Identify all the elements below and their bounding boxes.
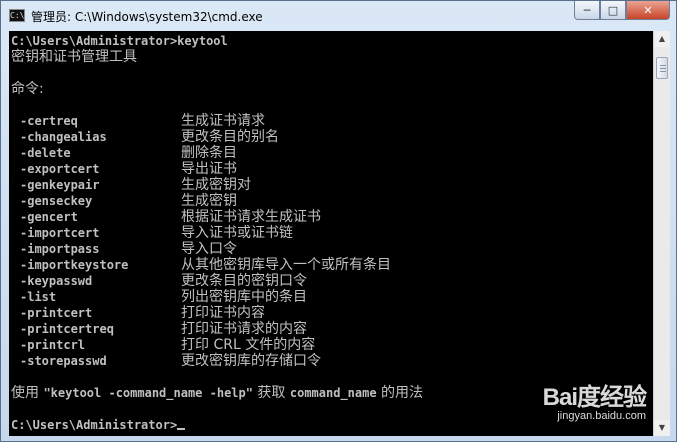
- command-row: -changealias 更改条目的别名: [11, 129, 631, 145]
- usage-prefix: 使用: [11, 385, 44, 401]
- command-description: 生成证书请求: [181, 113, 265, 129]
- command-name: -changealias: [20, 130, 107, 144]
- command-description: 导出证书: [181, 161, 237, 177]
- tool-description-text: 密钥和证书管理工具: [11, 49, 137, 65]
- usage-name: command_name: [289, 386, 377, 400]
- close-button[interactable]: ✕: [626, 1, 670, 20]
- window-controls: ─ □ ✕: [574, 1, 670, 21]
- command-description: 更改条目的密钥口令: [181, 273, 307, 289]
- watermark-logo: Bai度经验: [542, 384, 647, 411]
- command-row: -genkeypair 生成密钥对: [11, 177, 631, 193]
- command-description: 导入口令: [181, 241, 237, 257]
- commands-header-text: 命令:: [11, 81, 44, 97]
- command-description: 生成密钥: [181, 193, 237, 209]
- command-description: 更改密钥库的存储口令: [181, 353, 321, 369]
- command-description: 打印证书请求的内容: [181, 321, 307, 337]
- command-row: -gencert 根据证书请求生成证书: [11, 209, 631, 225]
- prompt-line: C:\Users\Administrator>keytool: [11, 34, 228, 48]
- command-row: -genseckey 生成密钥: [11, 193, 631, 209]
- command-row: -delete 删除条目: [11, 145, 631, 161]
- minimize-button[interactable]: ─: [574, 1, 600, 20]
- grip-line: [660, 68, 666, 69]
- window-title: 管理员: C:\Windows\system32\cmd.exe: [31, 10, 263, 24]
- command-description: 从其他密钥库导入一个或所有条目: [181, 257, 391, 273]
- command-description: 列出密钥库中的条目: [181, 289, 307, 305]
- vertical-scrollbar[interactable]: ▲ ▼: [653, 31, 670, 436]
- grip-line: [660, 65, 666, 66]
- commands-header: 命令:: [11, 81, 44, 97]
- watermark-url: jingyan.baidu.com: [557, 410, 646, 422]
- command-name: -list: [20, 290, 57, 304]
- text-cursor: [177, 428, 186, 430]
- usage-line: 使用 "keytool -command_name -help" 获取 comm…: [11, 385, 423, 401]
- cmd-window: C:\ 管理员: C:\Windows\system32\cmd.exe ─ □…: [0, 0, 677, 442]
- command-description: 更改条目的别名: [181, 129, 279, 145]
- command-description: 打印证书内容: [181, 305, 265, 321]
- command-row: -keypasswd 更改条目的密钥口令: [11, 273, 631, 289]
- command-name: -gencert: [20, 210, 78, 224]
- scroll-down-arrow-icon[interactable]: ▼: [654, 420, 670, 436]
- command-name: -printcert: [20, 306, 93, 320]
- command-name: -genseckey: [20, 194, 93, 208]
- grip-line: [660, 71, 666, 72]
- command-description: 导入证书或证书链: [181, 225, 293, 241]
- command-row: -printcert 打印证书内容: [11, 305, 631, 321]
- final-prompt: C:\Users\Administrator>: [11, 418, 178, 432]
- command-name: -importkeystore: [20, 258, 129, 272]
- command-name: -delete: [20, 146, 71, 160]
- scroll-up-arrow-icon[interactable]: ▲: [654, 31, 670, 47]
- command-name: -importpass: [20, 242, 100, 256]
- command-row: -importpass 导入口令: [11, 241, 631, 257]
- usage-middle: 获取: [252, 385, 290, 401]
- final-prompt-line: C:\Users\Administrator>: [11, 417, 186, 433]
- baidu-jingyan-watermark: Bai度经验 jingyan.baidu.com: [542, 377, 647, 422]
- command-name: -importcert: [20, 226, 100, 240]
- command-row: -certreq 生成证书请求: [11, 113, 631, 129]
- command-row: -importkeystore 从其他密钥库导入一个或所有条目: [11, 257, 631, 273]
- command-description: 根据证书请求生成证书: [181, 209, 321, 225]
- scroll-thumb[interactable]: [656, 57, 668, 79]
- usage-suffix: 的用法: [376, 385, 424, 401]
- cmd-app-icon[interactable]: C:\: [9, 9, 25, 22]
- usage-command: "keytool -command_name -help": [43, 386, 253, 400]
- command-row: -exportcert 导出证书: [11, 161, 631, 177]
- command-name: -keypasswd: [20, 274, 93, 288]
- console-output[interactable]: C:\Users\Administrator>keytool 密钥和证书管理工具…: [9, 31, 653, 436]
- command-row: -storepasswd 更改密钥库的存储口令: [11, 353, 631, 369]
- command-name: -exportcert: [20, 162, 100, 176]
- command-name: -printcertreq: [20, 322, 114, 336]
- command-name: -genkeypair: [20, 178, 100, 192]
- tool-description: 密钥和证书管理工具: [11, 49, 137, 65]
- command-row: -printcertreq 打印证书请求的内容: [11, 321, 631, 337]
- command-row: -list 列出密钥库中的条目: [11, 289, 631, 305]
- title-bar[interactable]: C:\ 管理员: C:\Windows\system32\cmd.exe ─ □…: [1, 1, 676, 31]
- command-row: -importcert 导入证书或证书链: [11, 225, 631, 241]
- command-description: 打印 CRL 文件的内容: [181, 337, 316, 353]
- console-area[interactable]: C:\Users\Administrator>keytool 密钥和证书管理工具…: [9, 31, 670, 436]
- command-name: -certreq: [20, 114, 78, 128]
- command-description: 生成密钥对: [181, 177, 251, 193]
- maximize-button[interactable]: □: [600, 1, 626, 20]
- command-row: -printcrl 打印 CRL 文件的内容: [11, 337, 631, 353]
- command-name: -printcrl: [20, 338, 86, 352]
- command-description: 删除条目: [181, 145, 237, 161]
- command-name: -storepasswd: [20, 354, 107, 368]
